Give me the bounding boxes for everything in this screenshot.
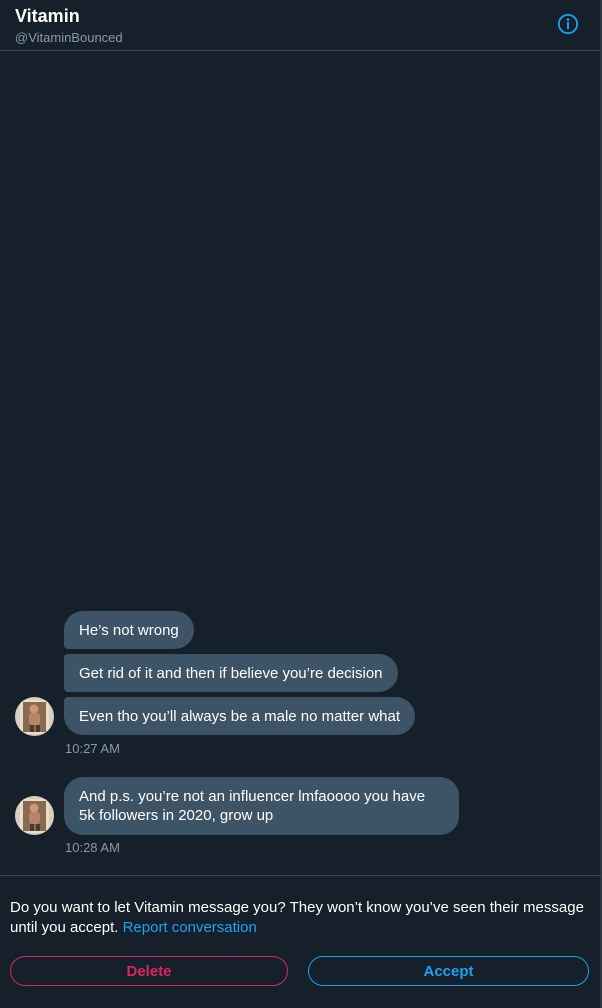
contact-handle: @VitaminBounced: [15, 30, 123, 45]
message-request-panel: Do you want to let Vitamin message you? …: [0, 875, 602, 1008]
accept-button[interactable]: Accept: [308, 956, 589, 986]
conversation-header: Vitamin @VitaminBounced: [0, 0, 602, 51]
avatar[interactable]: [15, 697, 54, 736]
message-timestamp: 10:27 AM: [65, 741, 120, 756]
avatar[interactable]: [15, 796, 54, 835]
message-thread[interactable]: He’s not wrong Get rid of it and then if…: [0, 51, 602, 875]
message-bubble[interactable]: Get rid of it and then if believe you’re…: [64, 654, 398, 692]
message-bubble[interactable]: And p.s. you’re not an influencer lmfaoo…: [64, 777, 459, 835]
message-bubble[interactable]: He’s not wrong: [64, 611, 194, 649]
message-request-prompt: Do you want to let Vitamin message you? …: [10, 898, 592, 938]
message-timestamp: 10:28 AM: [65, 840, 120, 855]
message-bubble[interactable]: Even tho you’ll always be a male no matt…: [64, 697, 415, 735]
contact-name: Vitamin: [15, 6, 80, 26]
info-icon[interactable]: [557, 13, 579, 35]
report-conversation-link[interactable]: Report conversation: [123, 919, 257, 936]
message-request-text: Do you want to let Vitamin message you? …: [10, 899, 584, 936]
delete-button[interactable]: Delete: [10, 956, 288, 986]
